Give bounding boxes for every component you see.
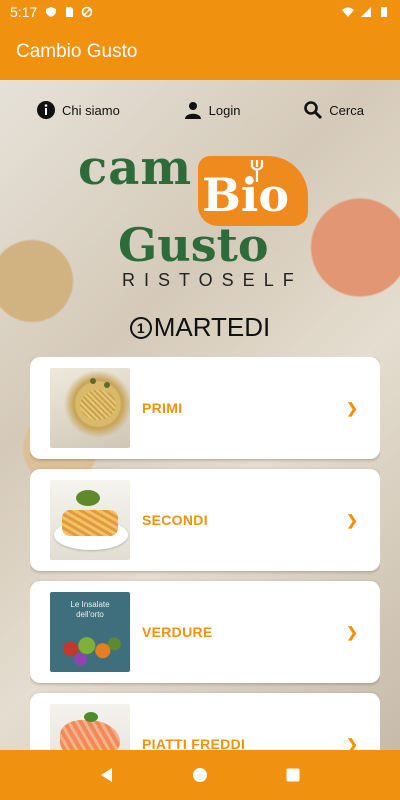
app-title: Cambio Gusto: [16, 41, 138, 62]
thumbnail-book-title: Le Insalate dell'orto: [70, 600, 110, 619]
shield-icon: [46, 7, 57, 17]
status-bar: 5:17: [0, 0, 400, 24]
recents-square-icon[interactable]: [284, 766, 302, 784]
search-icon: [304, 101, 323, 120]
info-icon: [37, 101, 55, 119]
fork-icon: [250, 160, 264, 182]
wifi-icon: [342, 7, 354, 17]
menu-item-label: PRIMI: [142, 400, 183, 416]
cambiogusto-logo: cam Bio Gusto RISTOSELF: [78, 140, 318, 290]
signal-icon: [361, 7, 371, 17]
menu-item-label: PIATTI FREDDI: [142, 736, 246, 750]
status-time: 5:17: [10, 4, 38, 20]
logo-cam: cam: [78, 140, 193, 196]
top-links: Chi siamo Login Cerca: [0, 100, 400, 120]
menu-item-primi[interactable]: PRIMI ❯: [30, 357, 380, 459]
day-heading: 1 MARTEDI: [0, 312, 400, 343]
logo-gusto: Gusto: [118, 218, 269, 272]
chi-siamo-link[interactable]: Chi siamo: [36, 100, 120, 120]
day-number-badge: 1: [129, 316, 152, 339]
sim-card-icon: [66, 7, 74, 17]
menu-item-piatti-freddi[interactable]: PIATTI FREDDI ❯: [30, 693, 380, 750]
battery-icon: [381, 7, 387, 17]
secondi-thumbnail: [50, 480, 130, 560]
piatti-freddi-thumbnail: [50, 704, 130, 750]
logo-ristoself: RISTOSELF: [122, 270, 303, 290]
menu-item-label: SECONDI: [142, 512, 208, 528]
sync-icon: [81, 6, 93, 18]
cerca-label: Cerca: [329, 102, 364, 118]
home-circle-icon[interactable]: [191, 766, 209, 784]
day-label: MARTEDI: [153, 312, 271, 342]
cerca-link[interactable]: Cerca: [303, 100, 364, 120]
app-bar: Cambio Gusto: [0, 24, 400, 80]
menu-item-verdure[interactable]: Le Insalate dell'orto VERDURE ❯: [30, 581, 380, 683]
menu-list: PRIMI ❯ SECONDI ❯ Le Insalate dell'orto …: [30, 357, 380, 750]
login-link[interactable]: Login: [183, 100, 241, 120]
back-triangle-icon[interactable]: [98, 766, 116, 784]
chevron-right-icon: ❯: [346, 735, 358, 751]
user-icon: [184, 102, 201, 119]
chi-siamo-label: Chi siamo: [62, 102, 120, 118]
menu-item-label: VERDURE: [142, 624, 213, 640]
system-navigation-bar: [0, 750, 400, 800]
chevron-right-icon: ❯: [346, 399, 358, 416]
login-label: Login: [208, 102, 241, 118]
primi-thumbnail: [50, 368, 130, 448]
chevron-right-icon: ❯: [346, 511, 358, 528]
verdure-thumbnail: Le Insalate dell'orto: [50, 592, 130, 672]
logo-bio: Bio: [202, 168, 290, 222]
menu-item-secondi[interactable]: SECONDI ❯: [30, 469, 380, 571]
chevron-right-icon: ❯: [346, 623, 358, 640]
